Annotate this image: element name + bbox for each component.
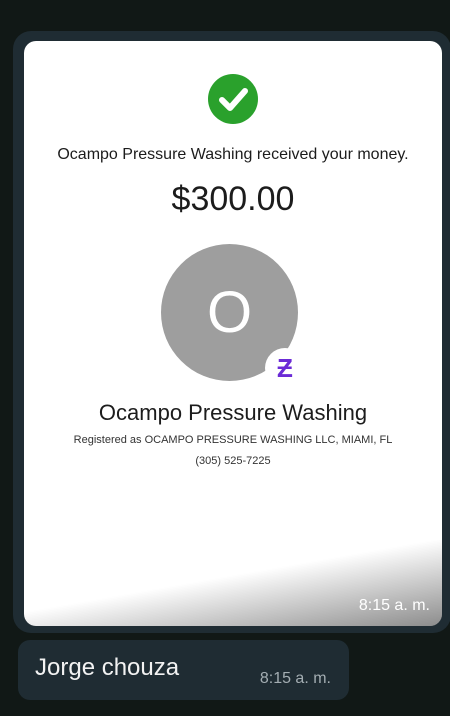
checkmark-icon	[219, 88, 248, 111]
image-message-time: 8:15 a. m.	[358, 597, 430, 614]
check-circle-icon	[208, 74, 258, 124]
registered-as-text: Registered as OCAMPO PRESSURE WASHING LL…	[73, 434, 393, 446]
message-text: Jorge chouza	[35, 654, 180, 681]
cash-app-icon: Ƶ	[265, 348, 305, 388]
merchant-name: Ocampo Pressure Washing	[98, 400, 368, 425]
received-message: Ocampo Pressure Washing received your mo…	[57, 146, 409, 163]
message-time: 8:15 a. m.	[259, 670, 331, 687]
merchant-phone: (305) 525-7225	[195, 455, 271, 467]
payment-amount: $300.00	[171, 180, 295, 218]
